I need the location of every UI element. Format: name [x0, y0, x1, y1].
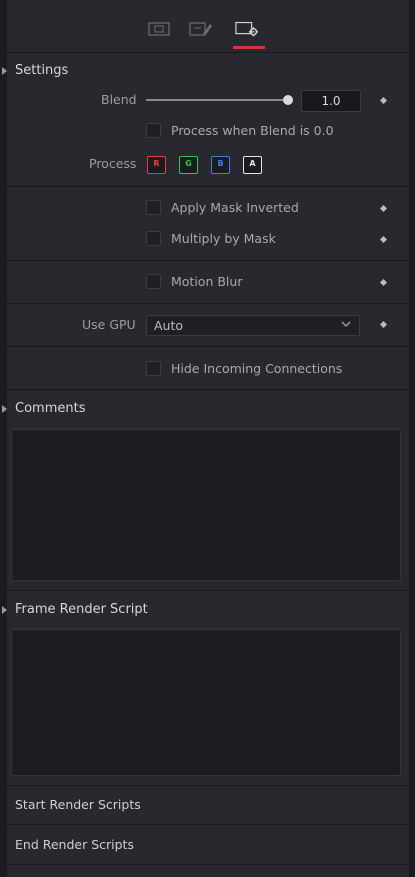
chevron-down-icon: [341, 321, 351, 327]
frame-render-script-textarea[interactable]: [11, 629, 401, 776]
comments-textarea[interactable]: [11, 429, 401, 581]
divider: [7, 864, 409, 865]
divider: [7, 186, 409, 187]
divider: [7, 824, 409, 825]
multiply-mask-keyframe-diamond-icon[interactable]: [379, 235, 388, 244]
blend-label: Blend: [101, 92, 137, 107]
inspector-panel: Settings Blend 1.0 Process when Blend is…: [2, 0, 410, 877]
settings-collapse-icon[interactable]: [2, 67, 7, 75]
active-tab-indicator: [233, 46, 265, 49]
channel-r-toggle[interactable]: R: [147, 156, 166, 174]
blend-slider-track[interactable]: [146, 99, 290, 101]
channel-a-toggle[interactable]: A: [243, 156, 262, 174]
hide-incoming-checkbox[interactable]: [146, 361, 161, 376]
start-render-scripts-header[interactable]: Start Render Scripts: [15, 797, 141, 812]
channel-g-toggle[interactable]: G: [179, 156, 198, 174]
image-tab-icon: [148, 22, 170, 36]
frame-render-script-header[interactable]: Frame Render Script: [15, 602, 148, 617]
frame-render-collapse-icon[interactable]: [2, 606, 7, 614]
hide-incoming-label: Hide Incoming Connections: [171, 361, 343, 376]
divider: [7, 303, 409, 304]
apply-mask-inverted-checkbox[interactable]: [146, 200, 161, 215]
edit-tab-icon: [189, 22, 212, 36]
blend-value-field[interactable]: 1.0: [301, 90, 361, 112]
motion-blur-checkbox[interactable]: [146, 274, 161, 289]
multiply-by-mask-label: Multiply by Mask: [171, 231, 276, 246]
blend-keyframe-diamond-icon[interactable]: [379, 96, 388, 105]
use-gpu-label: Use GPU: [82, 317, 136, 332]
channel-b-toggle[interactable]: B: [211, 156, 230, 174]
tab-image[interactable]: [147, 20, 171, 38]
settings-header[interactable]: Settings: [15, 63, 68, 78]
tab-settings[interactable]: [235, 20, 259, 38]
settings-tab-icon: [235, 21, 259, 37]
motion-blur-keyframe-diamond-icon[interactable]: [379, 278, 388, 287]
divider: [7, 389, 409, 390]
use-gpu-keyframe-diamond-icon[interactable]: [379, 320, 388, 329]
tab-bar: [7, 0, 409, 53]
process-when-blend-checkbox[interactable]: [146, 123, 161, 138]
motion-blur-label: Motion Blur: [171, 274, 243, 289]
multiply-by-mask-checkbox[interactable]: [146, 231, 161, 246]
use-gpu-value: Auto: [154, 318, 184, 333]
divider: [7, 590, 409, 591]
blend-slider-knob[interactable]: [283, 95, 293, 105]
tab-edit[interactable]: [189, 20, 213, 38]
divider: [7, 785, 409, 786]
comments-collapse-icon[interactable]: [2, 405, 7, 413]
process-label: Process: [89, 156, 137, 171]
comments-header[interactable]: Comments: [15, 401, 85, 416]
process-when-blend-label: Process when Blend is 0.0: [171, 123, 334, 138]
apply-mask-inverted-label: Apply Mask Inverted: [171, 200, 299, 215]
divider: [7, 346, 409, 347]
end-render-scripts-header[interactable]: End Render Scripts: [15, 837, 134, 852]
divider: [7, 260, 409, 261]
use-gpu-dropdown[interactable]: Auto: [146, 315, 360, 336]
apply-mask-keyframe-diamond-icon[interactable]: [379, 204, 388, 213]
